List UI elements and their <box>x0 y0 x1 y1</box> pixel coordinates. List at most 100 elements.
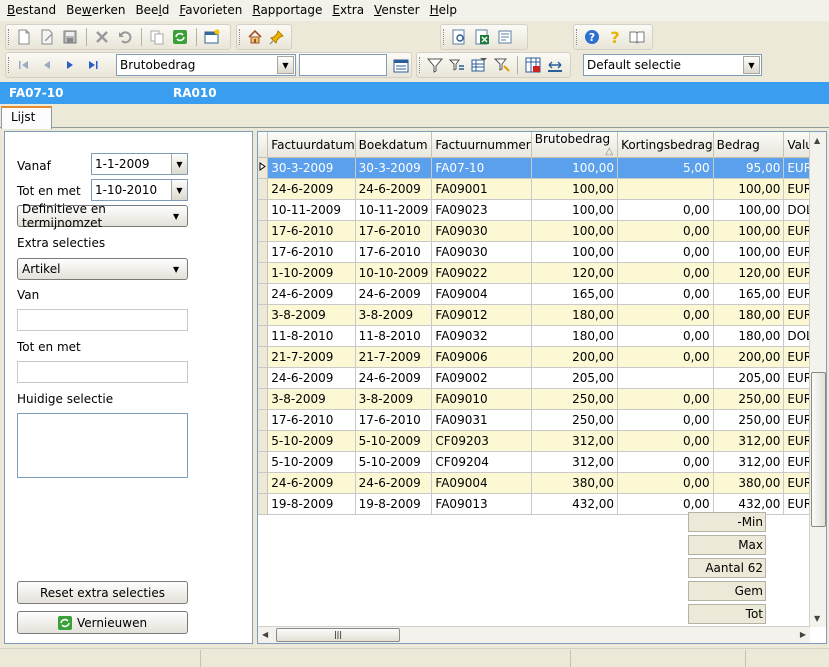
table-row[interactable]: 24-6-2009 24-6-2009 FA09002 205,00 205,00 EUR <box>258 367 826 389</box>
vanaf-date-field[interactable]: 1-1-2009 ▼ <box>91 153 188 175</box>
table-cell[interactable]: 30-3-2009 <box>355 157 433 179</box>
table-cell[interactable]: 19-8-2009 <box>355 493 433 515</box>
table-cell[interactable]: 17-6-2010 <box>267 220 356 242</box>
table-cell[interactable]: 24-6-2009 <box>355 367 433 389</box>
table-row[interactable]: 30-3-2009 30-3-2009 FA07-10 100,00 5,00 95,00… <box>258 157 826 179</box>
table-cell[interactable]: 165,00 <box>531 283 619 305</box>
table-cell[interactable]: 180,00 <box>713 304 785 326</box>
table-cell[interactable]: 0,00 <box>617 241 714 263</box>
table-cell[interactable]: 432,00 <box>531 493 619 515</box>
vertical-scroll-thumb[interactable] <box>811 372 826 527</box>
table-cell[interactable]: 5-10-2009 <box>355 430 433 452</box>
table-cell[interactable]: 5,00 <box>617 157 714 179</box>
hint-icon[interactable]: ? <box>604 26 626 48</box>
table-cell[interactable]: 100,00 <box>713 199 785 221</box>
table-cell[interactable]: 165,00 <box>713 283 785 305</box>
table-cell[interactable]: 0,00 <box>617 199 714 221</box>
table-cell[interactable]: 180,00 <box>713 325 785 347</box>
table-cell[interactable]: FA09002 <box>431 367 532 389</box>
export-icon[interactable] <box>494 26 516 48</box>
table-row[interactable]: 17-6-2010 17-6-2010 FA09030 100,00 0,00 100,0… <box>258 220 826 242</box>
filter-icon[interactable] <box>424 54 445 76</box>
scroll-left-icon[interactable]: ◀ <box>262 630 268 639</box>
column-header[interactable]: Bedrag <box>713 132 785 158</box>
row-indicator[interactable] <box>258 325 269 347</box>
table-cell[interactable]: 17-6-2010 <box>355 241 433 263</box>
row-indicator[interactable] <box>258 220 269 242</box>
table-cell[interactable]: 24-6-2009 <box>355 283 433 305</box>
tot-field[interactable] <box>17 361 188 383</box>
table-cell[interactable]: 1-10-2009 <box>267 262 356 284</box>
table-cell[interactable]: 0,00 <box>617 283 714 305</box>
table-cell[interactable]: 380,00 <box>531 472 619 494</box>
new-window-icon[interactable] <box>201 26 223 48</box>
table-cell[interactable]: 0,00 <box>617 451 714 473</box>
table-cell[interactable]: 200,00 <box>531 346 619 368</box>
table-cell[interactable]: 17-6-2010 <box>355 409 433 431</box>
menu-item[interactable]: Rapportage <box>247 0 327 21</box>
tab-lijst[interactable]: Lijst <box>1 106 52 129</box>
table-cell[interactable]: 380,00 <box>713 472 785 494</box>
chevron-down-icon[interactable]: ▼ <box>743 56 760 74</box>
table-cell[interactable]: FA07-10 <box>431 157 532 179</box>
new-icon[interactable] <box>13 26 35 48</box>
table-cell[interactable]: 312,00 <box>713 430 785 452</box>
table-row[interactable]: 10-11-2009 10-11-2009 FA09023 100,00 0,00 100… <box>258 199 826 221</box>
table-cell[interactable]: 100,00 <box>531 220 619 242</box>
excel-icon[interactable] <box>471 26 493 48</box>
table-cell[interactable]: 5-10-2009 <box>355 451 433 473</box>
table-cell[interactable]: 3-8-2009 <box>267 388 356 410</box>
table-cell[interactable]: 24-6-2009 <box>267 178 356 200</box>
last-icon[interactable] <box>82 54 104 76</box>
row-indicator[interactable] <box>258 430 269 452</box>
menu-item[interactable]: Extra <box>327 0 369 21</box>
row-indicator[interactable] <box>258 262 269 284</box>
current-selection-list[interactable] <box>17 413 188 478</box>
row-indicator[interactable] <box>258 241 269 263</box>
table-cell[interactable]: 24-6-2009 <box>355 178 433 200</box>
pin-icon[interactable] <box>266 26 287 48</box>
table-cell[interactable]: 30-3-2009 <box>267 157 356 179</box>
table-cell[interactable] <box>617 178 714 200</box>
table-cell[interactable]: 0,00 <box>617 262 714 284</box>
row-indicator[interactable] <box>258 283 269 305</box>
horizontal-scroll-thumb[interactable]: ||| <box>276 628 400 642</box>
table-cell[interactable]: 11-8-2010 <box>267 325 356 347</box>
row-indicator[interactable] <box>258 493 269 515</box>
fit-icon[interactable] <box>545 54 566 76</box>
table-cell[interactable]: 250,00 <box>713 388 785 410</box>
row-indicator[interactable] <box>258 367 269 389</box>
first-icon[interactable] <box>13 54 35 76</box>
table-cell[interactable]: 3-8-2009 <box>355 388 433 410</box>
table-cell[interactable]: 250,00 <box>531 388 619 410</box>
totenmet-date-field[interactable]: 1-10-2010 ▼ <box>91 179 188 201</box>
row-indicator[interactable] <box>258 472 269 494</box>
table-row[interactable]: 5-10-2009 5-10-2009 CF09204 312,00 0,00 312,0… <box>258 451 826 473</box>
table-row[interactable]: 1-10-2009 10-10-2009 FA09022 120,00 0,00 120,… <box>258 262 826 284</box>
row-indicator[interactable] <box>258 178 269 200</box>
table-cell[interactable]: 5-10-2009 <box>267 430 356 452</box>
column-header[interactable]: Brutobedrag △ <box>531 132 619 158</box>
row-indicator[interactable] <box>258 304 269 326</box>
menu-item[interactable]: Bewerken <box>61 0 130 21</box>
table-cell[interactable]: 205,00 <box>531 367 619 389</box>
van-field[interactable] <box>17 309 188 331</box>
scroll-down-icon[interactable]: ▼ <box>814 614 820 623</box>
table-cell[interactable]: FA09013 <box>431 493 532 515</box>
table-cell[interactable]: FA09001 <box>431 178 532 200</box>
table-cell[interactable]: 100,00 <box>531 241 619 263</box>
table-cell[interactable]: 17-6-2010 <box>267 409 356 431</box>
table-cell[interactable]: FA09004 <box>431 283 532 305</box>
column-header[interactable]: Boekdatum <box>355 132 433 158</box>
delete-icon[interactable] <box>91 26 113 48</box>
chevron-down-icon[interactable]: ▼ <box>171 180 187 200</box>
table-cell[interactable]: FA09030 <box>431 241 532 263</box>
refresh-icon[interactable] <box>169 26 191 48</box>
refresh-button[interactable]: Vernieuwen <box>17 611 188 634</box>
horizontal-scrollbar[interactable]: ◀ ||| ▶ <box>258 626 810 643</box>
column-header[interactable]: Factuurdatum <box>267 132 356 158</box>
table-cell[interactable]: FA09023 <box>431 199 532 221</box>
columns-icon[interactable] <box>522 54 543 76</box>
chevron-down-icon[interactable]: ▼ <box>171 154 187 174</box>
table-cell[interactable]: 250,00 <box>531 409 619 431</box>
